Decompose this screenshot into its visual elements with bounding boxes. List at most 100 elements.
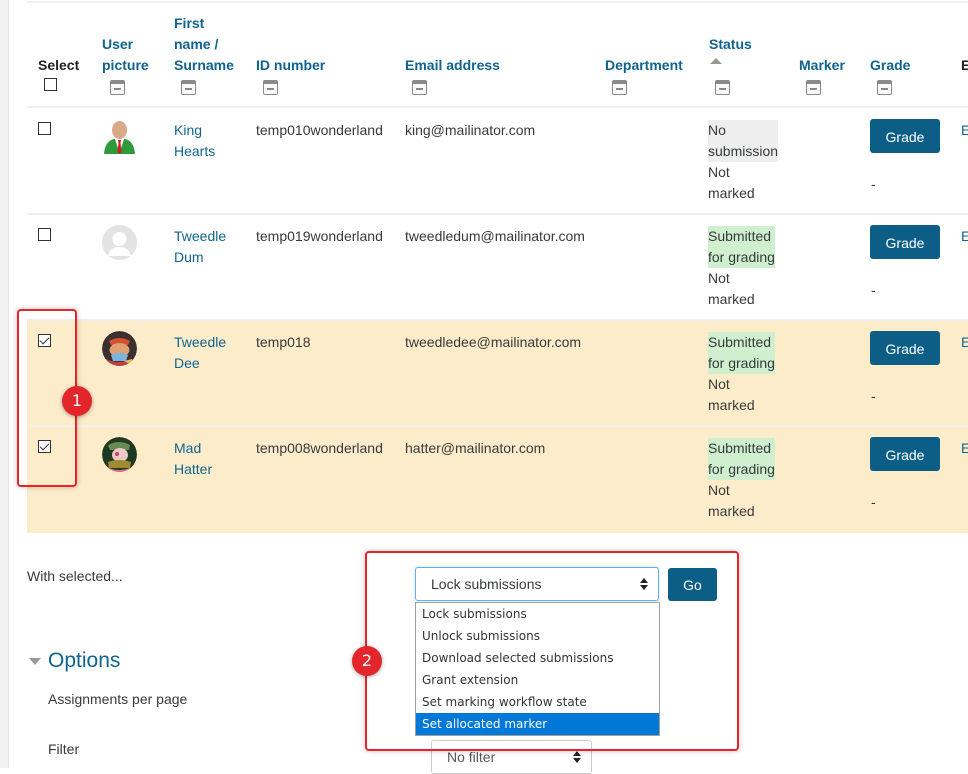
header-name-line1: First <box>174 15 205 31</box>
id-number: temp018 <box>256 334 311 350</box>
collapse-column-icon[interactable] <box>612 80 627 95</box>
header-name-line2: name / <box>174 36 219 52</box>
surname: Dee <box>174 355 200 371</box>
submission-status-badge: Submitted for grading <box>708 332 775 374</box>
marking-status-line: marked <box>708 185 755 201</box>
header-marker[interactable]: Marker <box>799 55 845 76</box>
header-user-picture[interactable]: User picture <box>102 34 149 76</box>
grade-button[interactable]: Grade <box>870 331 940 365</box>
collapse-column-icon[interactable] <box>715 80 730 95</box>
header-grade[interactable]: Grade <box>870 55 910 76</box>
table-row: King Hearts temp010wonderland king@maili… <box>27 109 968 215</box>
table-row: Tweedle Dee temp018 tweedledee@mailinato… <box>27 321 968 427</box>
table-row: Mad Hatter temp008wonderland hatter@mail… <box>27 427 968 533</box>
status-cell: Submitted for grading Not marked <box>708 332 775 416</box>
user-name-link[interactable]: Mad Hatter <box>174 438 212 480</box>
user-avatar[interactable] <box>102 437 137 472</box>
header-email[interactable]: Email address <box>405 55 500 76</box>
with-selected-label: With selected... <box>27 568 123 584</box>
options-section-title[interactable]: Options <box>48 648 120 674</box>
submission-status-line: submission <box>708 143 779 159</box>
header-status[interactable]: Status <box>709 34 752 55</box>
email-address: hatter@mailinator.com <box>405 440 546 456</box>
header-name[interactable]: First name / Surname <box>174 13 234 76</box>
header-user-picture-line2: picture <box>102 57 149 73</box>
first-name: Tweedle <box>174 334 227 350</box>
grade-value: - <box>871 282 876 298</box>
header-select: Select <box>38 57 80 73</box>
grade-button[interactable]: Grade <box>870 225 940 259</box>
header-department[interactable]: Department <box>605 55 683 76</box>
submission-status-line: Submitted <box>708 228 772 244</box>
submission-status-line: for grading <box>708 355 775 371</box>
select-arrows-icon <box>573 751 581 765</box>
filter-selected-value: No filter <box>447 749 496 765</box>
user-name-link[interactable]: King Hearts <box>174 120 215 162</box>
header-id-number[interactable]: ID number <box>256 55 325 76</box>
id-number: temp008wonderland <box>256 440 383 456</box>
email-address: king@mailinator.com <box>405 122 536 138</box>
marking-status-line: Not <box>708 376 730 392</box>
marking-status-line: Not <box>708 164 730 180</box>
submission-status-line: Submitted <box>708 334 772 350</box>
id-number: temp010wonderland <box>256 122 383 138</box>
grade-value: - <box>871 176 876 192</box>
user-name-link[interactable]: Tweedle Dee <box>174 332 226 374</box>
grade-button[interactable]: Grade <box>870 119 940 153</box>
marking-status-line: marked <box>708 291 755 307</box>
tweedledee-avatar-icon <box>102 331 137 366</box>
marking-status-line: marked <box>708 503 755 519</box>
collapse-column-icon[interactable] <box>263 80 278 95</box>
email-address: tweedledee@mailinator.com <box>405 334 582 350</box>
id-number: temp019wonderland <box>256 228 383 244</box>
first-name: Tweedle <box>174 228 227 244</box>
status-cell: Submitted for grading Not marked <box>708 226 775 310</box>
row-select-checkbox[interactable] <box>38 228 51 241</box>
submission-status-line: No <box>708 122 726 138</box>
blank-user-icon <box>102 225 137 260</box>
submission-status-line: for grading <box>708 249 775 265</box>
status-cell: No submission Not marked <box>708 120 779 204</box>
marking-status-line: marked <box>708 397 755 413</box>
grade-button[interactable]: Grade <box>870 437 940 471</box>
submission-status-badge: No submission <box>708 120 779 162</box>
submission-status-line: Submitted <box>708 440 772 456</box>
header-user-picture-line1: User <box>102 36 134 52</box>
table-header: Select User picture First name / Surname… <box>27 0 968 108</box>
collapse-column-icon[interactable] <box>877 80 892 95</box>
filter-label: Filter <box>48 741 80 757</box>
edit-link[interactable]: E <box>961 332 968 353</box>
grade-value: - <box>871 388 876 404</box>
annotation-badge-1: 1 <box>62 386 92 416</box>
collapse-column-icon[interactable] <box>806 80 821 95</box>
user-avatar[interactable] <box>102 225 137 260</box>
select-all-checkbox[interactable] <box>44 78 57 91</box>
annotation-highlight-dropdown <box>365 551 739 751</box>
marking-status-line: Not <box>708 482 730 498</box>
sort-ascending-icon <box>710 58 722 64</box>
collapse-column-icon[interactable] <box>412 80 427 95</box>
email-address: tweedledum@mailinator.com <box>405 228 585 244</box>
user-avatar[interactable] <box>102 331 137 366</box>
marking-status-line: Not <box>708 270 730 286</box>
default-male-avatar-icon <box>104 121 135 154</box>
edit-link[interactable]: E <box>961 438 968 459</box>
edit-link[interactable]: E <box>961 226 968 247</box>
page-left-gutter <box>0 0 9 768</box>
collapse-caret-icon[interactable] <box>29 658 41 665</box>
first-name: King <box>174 122 203 138</box>
submission-status-badge: Submitted for grading <box>708 438 775 480</box>
surname: Hatter <box>174 461 213 477</box>
assignments-per-page-label: Assignments per page <box>48 691 188 707</box>
collapse-column-icon[interactable] <box>181 80 196 95</box>
surname: Hearts <box>174 143 216 159</box>
annotation-badge-2: 2 <box>352 646 382 676</box>
table-row: Tweedle Dum temp019wonderland tweedledum… <box>27 215 968 321</box>
header-name-line3: Surname <box>174 57 234 73</box>
collapse-column-icon[interactable] <box>110 80 125 95</box>
user-name-link[interactable]: Tweedle Dum <box>174 226 226 268</box>
edit-link[interactable]: E <box>961 120 968 141</box>
surname: Dum <box>174 249 204 265</box>
user-avatar[interactable] <box>102 119 137 154</box>
row-select-checkbox[interactable] <box>38 122 51 135</box>
